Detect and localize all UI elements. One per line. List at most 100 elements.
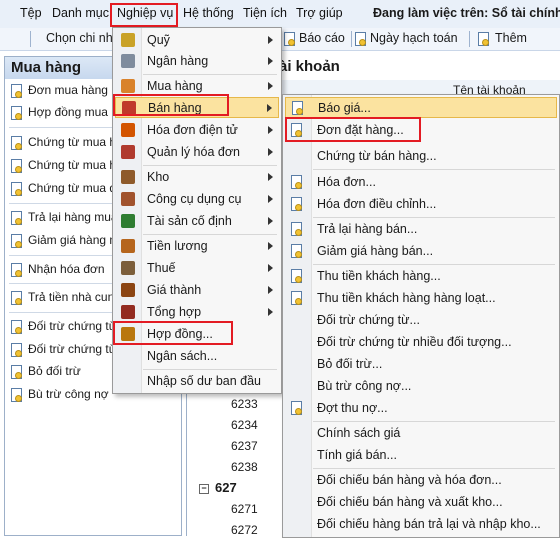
menu-item-fund[interactable]: Quỹ (115, 30, 279, 51)
list-item-label: Bỏ đối trừ (28, 364, 81, 378)
menu-item-fixed-assets[interactable]: Tài sản cố định (115, 211, 279, 232)
menu-item-label: Tổng hợp (147, 305, 202, 319)
menu-help[interactable]: Trợ giúp (296, 6, 343, 20)
menu-catalog[interactable]: Danh mục (52, 6, 109, 20)
invoice-management-icon (121, 145, 135, 159)
list-item-label: Hợp đồng mua h (28, 105, 118, 119)
menu-item-budget[interactable]: Ngân sách... (115, 346, 279, 367)
menu-separator (313, 264, 555, 265)
menu-utilities[interactable]: Tiện ích (243, 6, 287, 20)
document-icon (11, 210, 22, 225)
document-icon (11, 83, 22, 98)
submenu-arrow-icon (268, 148, 273, 156)
menu-item-bank[interactable]: Ngân hàng (115, 51, 279, 72)
menu-item-invoice[interactable]: Hóa đơn... (285, 172, 557, 193)
menu-item-label: Quỹ (147, 33, 170, 47)
sales-submenu: Báo giá... Đơn đặt hàng... Chứng từ bán … (282, 94, 560, 538)
posting-date-button[interactable]: Ngày hạch toán (355, 31, 458, 46)
menu-item-offset-multi[interactable]: Đối trừ chứng từ nhiều đối tượng... (285, 332, 557, 353)
branch-select-button[interactable]: Chọn chi nhá (46, 31, 120, 45)
menu-item-tax[interactable]: Thuế (115, 258, 279, 279)
menu-system[interactable]: Hệ thống (183, 6, 234, 20)
list-item[interactable]: Bỏ đối trừ (11, 364, 81, 384)
menu-item-label: Bù trừ công nợ... (317, 379, 412, 393)
customer-receipt-icon (291, 269, 302, 283)
toolbar-separator (469, 31, 470, 47)
list-item[interactable]: Trả lại hàng mua (11, 210, 118, 230)
table-row[interactable]: 6271 (231, 502, 258, 516)
table-row[interactable]: 6238 (231, 460, 258, 474)
menu-item-cancel-offset[interactable]: Bỏ đối trừ... (285, 354, 557, 375)
list-item[interactable]: Giảm giá hàng m (11, 233, 119, 253)
menu-item-price-calculation[interactable]: Tính giá bán... (285, 445, 557, 466)
list-item-label: Chứng từ mua hà (28, 135, 123, 149)
list-item[interactable]: Chứng từ mua hà (11, 135, 123, 155)
menu-item-debt-collection[interactable]: Đợt thu nợ... (285, 398, 557, 419)
menu-item-customer-receipt[interactable]: Thu tiền khách hàng... (285, 266, 557, 287)
menu-item-sales-return[interactable]: Trả lại hàng bán... (285, 219, 557, 240)
menu-item-label: Thuế (147, 261, 176, 275)
menu-item-payroll[interactable]: Tiền lương (115, 236, 279, 257)
menu-item-general[interactable]: Tổng hợp (115, 302, 279, 323)
menu-item-reconcile-invoice[interactable]: Đối chiếu bán hàng và hóa đơn... (285, 470, 557, 491)
add-icon (478, 31, 489, 46)
debt-collection-icon (291, 401, 302, 415)
menu-item-label: Đối chiếu bán hàng và xuất kho... (317, 495, 503, 509)
menu-item-label: Chính sách giá (317, 426, 401, 440)
list-item-label: Giảm giá hàng m (28, 233, 120, 247)
menu-item-price-policy[interactable]: Chính sách giá (285, 423, 557, 444)
menu-item-tools[interactable]: Công cụ dụng cụ (115, 189, 279, 210)
add-button[interactable]: Thêm (478, 31, 527, 46)
menu-item-reconcile-return[interactable]: Đối chiếu hàng bán trả lại và nhập kho..… (285, 514, 557, 535)
posting-date-label: Ngày hạch toán (370, 31, 458, 45)
contracts-highlight (113, 321, 233, 345)
document-icon (11, 319, 22, 334)
menu-item-reconcile-stock-out[interactable]: Đối chiếu bán hàng và xuất kho... (285, 492, 557, 513)
list-item-label: Chứng từ mua h (28, 158, 117, 172)
list-item[interactable]: Chứng từ mua h (11, 158, 116, 178)
document-icon (11, 181, 22, 196)
menu-bar: Tệp Danh mục Nghiệp vụ Hệ thống Tiện ích… (0, 0, 560, 29)
list-item[interactable]: Đơn mua hàng (11, 83, 108, 103)
table-row[interactable]: 6233 (231, 397, 258, 411)
report-button[interactable]: Báo cáo (284, 31, 345, 46)
list-item[interactable]: Hợp đồng mua h (11, 105, 118, 125)
menu-item-offset-voucher[interactable]: Đối trừ chứng từ... (285, 310, 557, 331)
collapse-icon[interactable]: − (199, 483, 209, 494)
list-item[interactable]: Đối trừ chứng từ (11, 342, 117, 362)
menu-separator (313, 468, 555, 469)
document-icon (11, 290, 22, 305)
menu-item-e-invoice[interactable]: Hóa đơn điện tử (115, 120, 279, 141)
menu-item-invoice-management[interactable]: Quản lý hóa đơn (115, 142, 279, 163)
menu-item-label: Ngân sách... (147, 349, 218, 363)
list-item[interactable]: Chứng từ mua dị (11, 181, 119, 201)
table-row[interactable]: 6234 (231, 418, 258, 432)
menu-item-quotation[interactable]: Báo giá... (285, 97, 557, 118)
menu-item-debt-clearing[interactable]: Bù trừ công nợ... (285, 376, 557, 397)
list-item[interactable]: Đối trừ chứng từ (11, 319, 117, 339)
table-row[interactable]: 6237 (231, 439, 258, 453)
menu-item-opening-balance[interactable]: Nhập số dư ban đầu (115, 371, 279, 392)
list-item[interactable]: Trả tiền nhà cun (11, 290, 114, 310)
document-icon (11, 158, 22, 173)
table-group-row[interactable]: −627 (199, 480, 237, 495)
menu-item-warehouse[interactable]: Kho (115, 167, 279, 188)
table-row[interactable]: 6272 (231, 523, 258, 537)
menu-item-label: Mua hàng (147, 79, 203, 93)
document-icon (11, 342, 22, 357)
menu-item-adjusted-invoice[interactable]: Hóa đơn điều chỉnh... (285, 194, 557, 215)
list-item[interactable]: Nhận hóa đơn (11, 262, 105, 282)
list-item[interactable]: Bù trừ công nợ (11, 387, 109, 407)
menu-item-label: Đối trừ chứng từ... (317, 313, 420, 327)
menu-file[interactable]: Tệp (20, 6, 42, 20)
menu-item-label: Giá thành (147, 283, 202, 297)
e-invoice-icon (121, 123, 135, 137)
menu-item-sales-voucher[interactable]: Chứng từ bán hàng... (285, 146, 557, 167)
menu-item-sales-discount[interactable]: Giảm giá hàng bán... (285, 241, 557, 262)
document-icon (11, 105, 22, 120)
menu-separator (143, 74, 277, 75)
menu-item-label: Chứng từ bán hàng... (317, 149, 437, 163)
menu-item-costing[interactable]: Giá thành (115, 280, 279, 301)
menu-item-batch-receipt[interactable]: Thu tiền khách hàng hàng loạt... (285, 288, 557, 309)
menu-item-label: Trả lại hàng bán... (317, 222, 418, 236)
